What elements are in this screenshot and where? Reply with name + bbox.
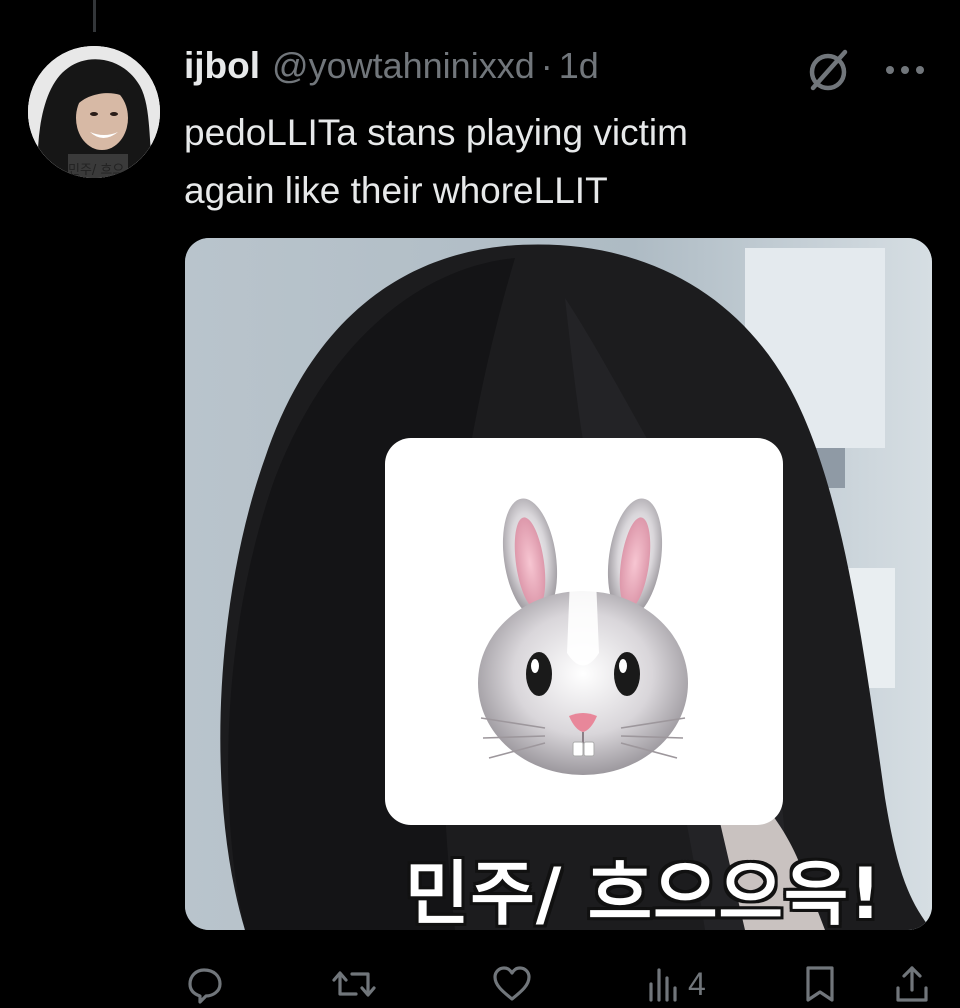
repost-icon xyxy=(332,971,376,997)
tweet-text-line: again like their whoreLLIT xyxy=(184,170,608,211)
avatar[interactable]: 민주/ 흐으 xyxy=(28,46,160,178)
bookmark-icon xyxy=(806,966,834,1002)
rabbit-face-icon xyxy=(478,498,688,775)
timestamp[interactable]: 1d xyxy=(559,45,599,87)
tweet-header: ijbol @yowtahninixxd · 1d xyxy=(184,42,599,90)
tweet-text: pedoLLITa stans playing victim again lik… xyxy=(184,104,924,220)
share-icon xyxy=(896,966,928,1002)
user-handle[interactable]: @yowtahninixxd xyxy=(272,45,535,87)
avatar-caption: 민주/ 흐으 xyxy=(68,163,125,178)
reply-button[interactable] xyxy=(184,960,228,1008)
like-button[interactable] xyxy=(490,960,534,1008)
views-button[interactable]: 4 xyxy=(646,960,706,1008)
reply-icon xyxy=(188,968,222,1004)
share-button[interactable] xyxy=(892,960,932,1008)
thread-connector-line xyxy=(93,0,96,32)
separator-dot: · xyxy=(540,45,553,86)
bookmark-button[interactable] xyxy=(800,960,840,1008)
views-icon xyxy=(649,968,677,1002)
repost-button[interactable] xyxy=(330,960,378,1008)
views-count: 4 xyxy=(688,965,706,1002)
more-options-icon[interactable] xyxy=(880,52,930,88)
rabbit-emoji-sticker xyxy=(385,438,783,825)
display-name[interactable]: ijbol xyxy=(184,45,260,87)
like-icon xyxy=(493,966,531,1001)
tweet-media-image[interactable]: 민주/ 흐으으윽! xyxy=(185,238,932,930)
video-subtitle: 민주/ 흐으으윽! xyxy=(405,853,883,930)
tweet-actions-bar: 4 xyxy=(184,960,944,1008)
grok-icon[interactable] xyxy=(803,46,853,96)
tweet-text-line: pedoLLITa stans playing victim xyxy=(184,112,688,153)
